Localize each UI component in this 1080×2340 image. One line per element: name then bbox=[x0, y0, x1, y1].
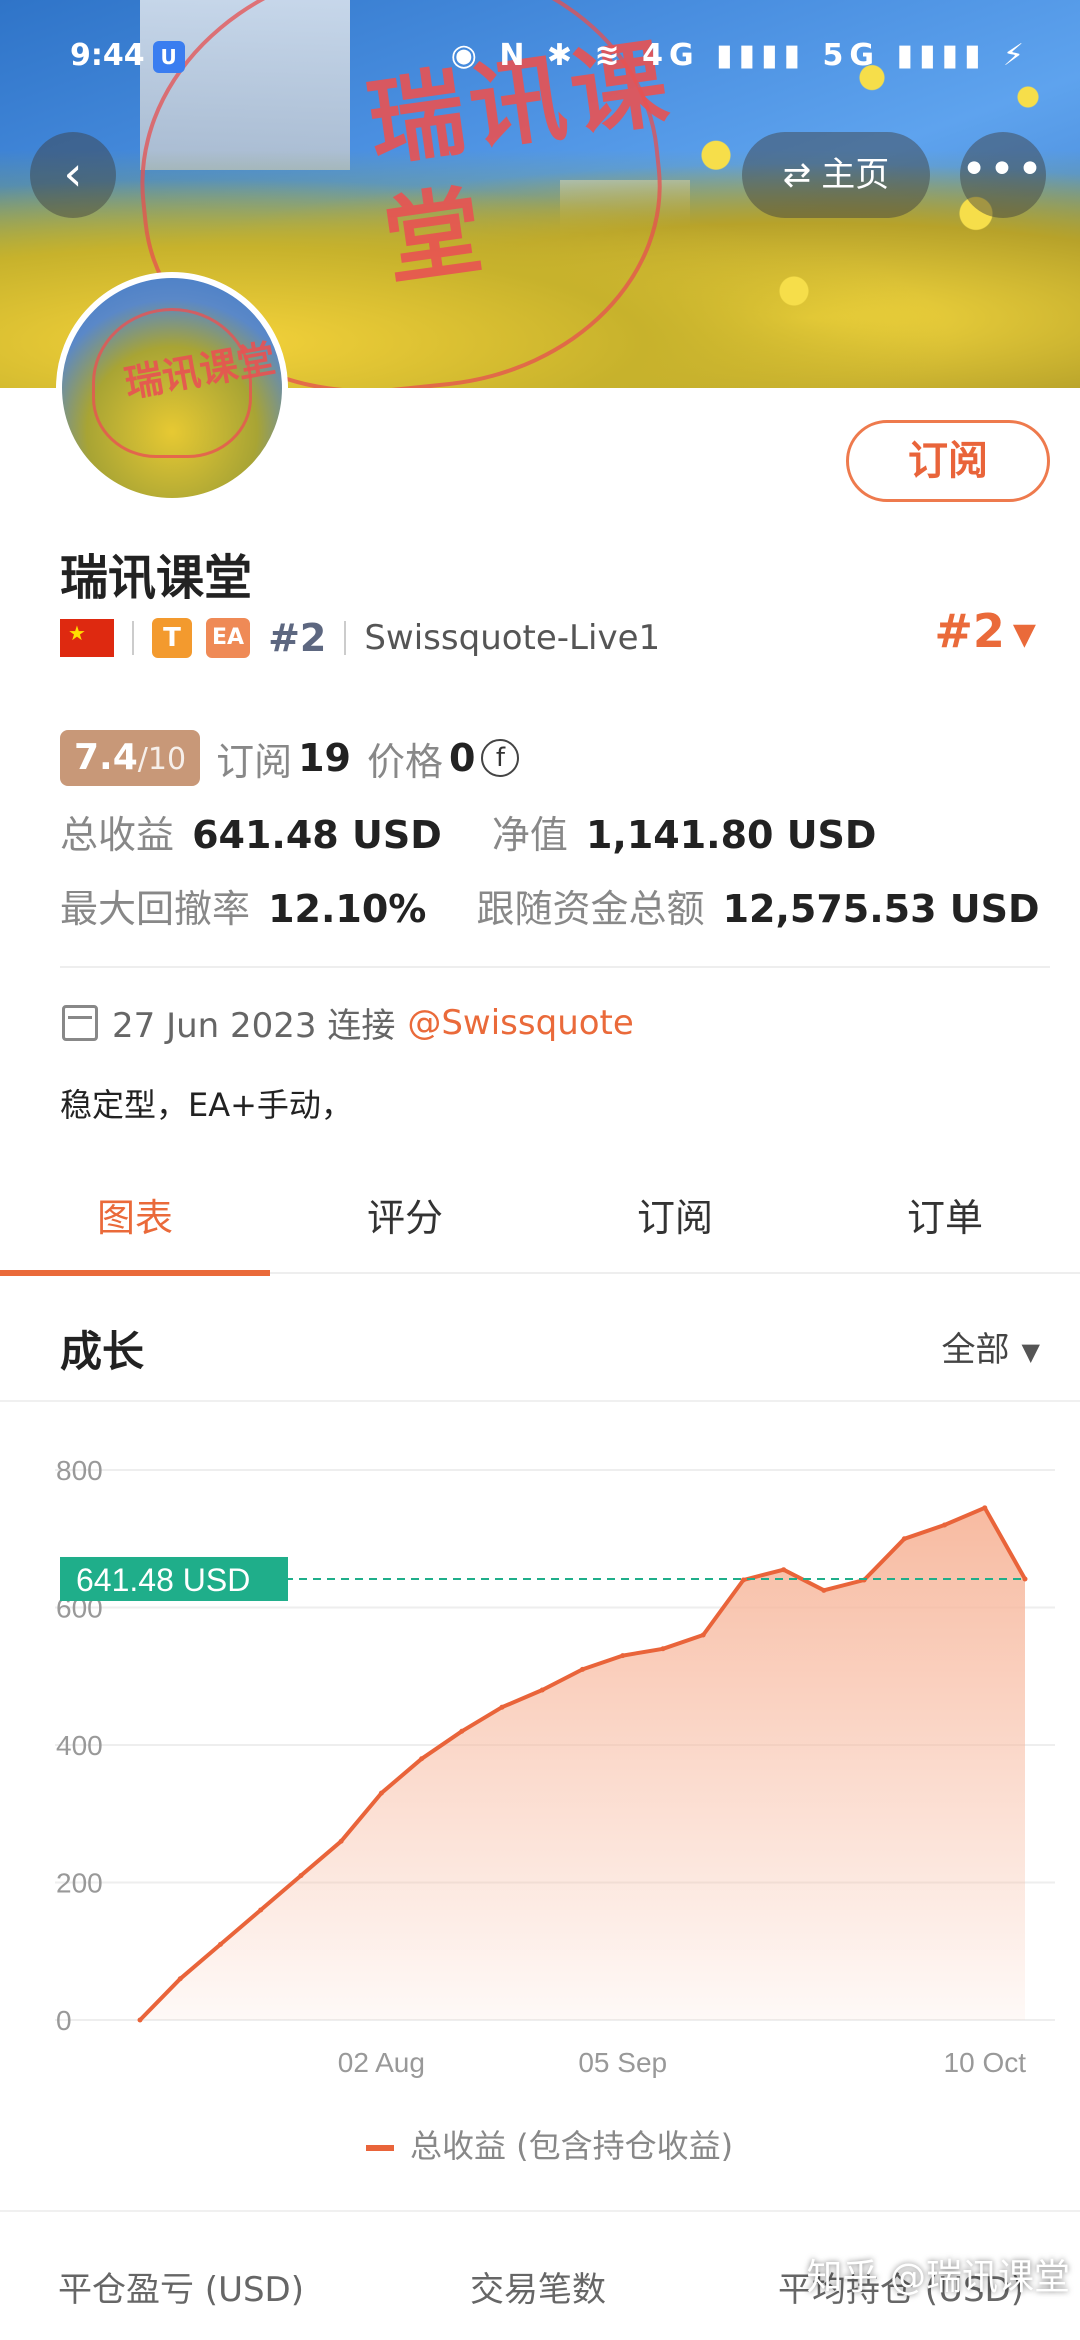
equity-label: 净值 bbox=[491, 813, 568, 857]
data-point bbox=[177, 1976, 183, 1982]
coin-icon: f bbox=[481, 739, 520, 777]
score-value: 7.4 bbox=[74, 737, 138, 778]
status-icons: ◉ N ✱ ≋ 4G ▮▮▮▮ 5G ▮▮▮▮ ⚡ bbox=[450, 38, 1030, 73]
x-tick-label: 10 Oct bbox=[944, 2047, 1027, 2078]
follow-funds-value: 12,575.53 USD bbox=[722, 887, 1040, 931]
avatar[interactable]: 瑞讯课堂 bbox=[56, 272, 288, 504]
data-point bbox=[620, 1653, 626, 1659]
range-selector[interactable]: 全部 ▼ bbox=[942, 1322, 1040, 1371]
legend-swatch bbox=[366, 2145, 394, 2151]
data-point bbox=[378, 1790, 384, 1796]
data-point bbox=[821, 1587, 827, 1593]
chevron-left-icon: ‹ bbox=[63, 146, 83, 202]
data-point bbox=[781, 1567, 787, 1573]
legend-label: 总收益 (包含持仓收益) bbox=[410, 2127, 733, 2165]
tab-subscribe[interactable]: 订阅 bbox=[540, 1178, 810, 1272]
triangle-down-icon: ▼ bbox=[1021, 1337, 1040, 1366]
subscribers-value: 19 bbox=[298, 736, 351, 780]
data-point bbox=[499, 1704, 505, 1710]
y-tick-label: 0 bbox=[56, 2005, 72, 2036]
home-button-label: 主页 bbox=[821, 155, 890, 195]
account-name: Swissquote-Live1 bbox=[364, 618, 661, 658]
x-tick-label: 05 Sep bbox=[578, 2047, 667, 2078]
home-button[interactable]: ⇄ 主页 bbox=[742, 132, 930, 218]
tab-bar: 图表 评分 订阅 订单 bbox=[0, 1178, 1080, 1276]
data-point bbox=[459, 1728, 465, 1734]
tab-rating[interactable]: 评分 bbox=[270, 1178, 540, 1272]
swap-arrows-icon: ⇄ bbox=[782, 155, 812, 195]
range-label: 全部 bbox=[941, 1330, 1010, 1370]
growth-title: 成长 bbox=[60, 1327, 145, 1376]
growth-chart[interactable]: 8006004002000641.48 USD02 Aug 05 Sep 10 Oc… bbox=[0, 1420, 1080, 2180]
price-label: 价格 bbox=[366, 739, 443, 784]
tab-chart[interactable]: 图表 bbox=[0, 1178, 270, 1276]
x-tick-label: 02 Aug bbox=[338, 2047, 425, 2078]
status-time: 9:44 U bbox=[70, 38, 185, 88]
data-point bbox=[539, 1687, 545, 1693]
data-point bbox=[419, 1756, 425, 1762]
profile-name: 瑞讯课堂 bbox=[60, 550, 253, 606]
score-denominator: /10 bbox=[137, 742, 187, 777]
data-point bbox=[982, 1505, 988, 1511]
tab-orders[interactable]: 订单 bbox=[810, 1178, 1080, 1272]
notification-badge-icon: U bbox=[152, 40, 185, 73]
calendar-icon bbox=[62, 1004, 98, 1041]
data-point bbox=[942, 1522, 948, 1528]
total-profit-label: 总收益 bbox=[60, 813, 175, 857]
zhihu-watermark: 知乎 @瑞讯课堂 bbox=[806, 2257, 1070, 2298]
meta-divider bbox=[132, 621, 134, 655]
broker-link[interactable]: @Swissquote bbox=[407, 1003, 633, 1043]
data-point bbox=[580, 1666, 585, 1672]
price-value: 0 bbox=[448, 736, 476, 780]
data-point bbox=[298, 1873, 304, 1879]
rank-dropdown[interactable]: #2 ▼ bbox=[934, 604, 1036, 658]
china-flag-icon bbox=[60, 619, 114, 657]
follow-funds-label: 跟随资金总额 bbox=[476, 887, 705, 931]
connected-since: 27 Jun 2023 连接 @Swissquote bbox=[62, 998, 634, 1047]
drawdown-value: 12.10% bbox=[268, 887, 427, 931]
drawdown-label: 最大回撤率 bbox=[60, 887, 251, 931]
data-point bbox=[338, 1838, 344, 1844]
data-point bbox=[660, 1646, 666, 1652]
y-tick-label: 800 bbox=[56, 1455, 103, 1486]
subscribers-label: 订阅 bbox=[216, 739, 293, 784]
rank-small: #2 bbox=[268, 616, 327, 660]
rank-big-value: #2 bbox=[934, 604, 1005, 658]
total-profit-value: 641.48 USD bbox=[192, 813, 442, 857]
drawdown-row: 最大回撤率 12.10% 跟随资金总额 12,575.53 USD bbox=[60, 878, 1040, 938]
profile-meta-row: T EA #2 Swissquote-Live1 bbox=[60, 612, 660, 664]
equity-value: 1,141.80 USD bbox=[585, 813, 877, 857]
section-divider bbox=[60, 966, 1050, 968]
trader-tag: T bbox=[152, 618, 192, 658]
data-point bbox=[217, 1941, 223, 1947]
data-point bbox=[740, 1577, 746, 1583]
data-point bbox=[901, 1536, 907, 1542]
data-point bbox=[137, 2017, 143, 2023]
growth-header: 成长 全部 ▼ bbox=[0, 1290, 1080, 1402]
more-button[interactable]: ••• bbox=[960, 132, 1046, 218]
y-tick-label: 400 bbox=[56, 1730, 103, 1761]
profit-row: 总收益 641.48 USD 净值 1,141.80 USD bbox=[60, 804, 876, 864]
strategy-description: 稳定型，EA+手动， bbox=[60, 1086, 353, 1124]
triangle-down-icon: ▼ bbox=[1012, 617, 1036, 652]
score-row: 7.4/10 订阅 19 价格 0 f bbox=[60, 728, 520, 788]
current-value-label: 641.48 USD bbox=[76, 1562, 250, 1598]
data-point bbox=[258, 1907, 264, 1913]
connected-date: 27 Jun 2023 连接 bbox=[112, 1006, 396, 1046]
data-point bbox=[1022, 1576, 1028, 1582]
back-button[interactable]: ‹ bbox=[30, 132, 116, 218]
score-badge: 7.4/10 bbox=[60, 730, 201, 786]
subscribe-button[interactable]: 订阅 bbox=[846, 420, 1050, 502]
meta-divider-2 bbox=[344, 621, 347, 655]
more-dots-icon: ••• bbox=[961, 144, 1045, 195]
trade-count-label: 交易笔数 bbox=[470, 2270, 606, 2310]
closed-pnl-label: 平仓盈亏 (USD) bbox=[58, 2270, 304, 2310]
data-point bbox=[700, 1632, 706, 1638]
ea-tag: EA bbox=[206, 618, 251, 658]
y-tick-label: 200 bbox=[56, 1868, 103, 1899]
